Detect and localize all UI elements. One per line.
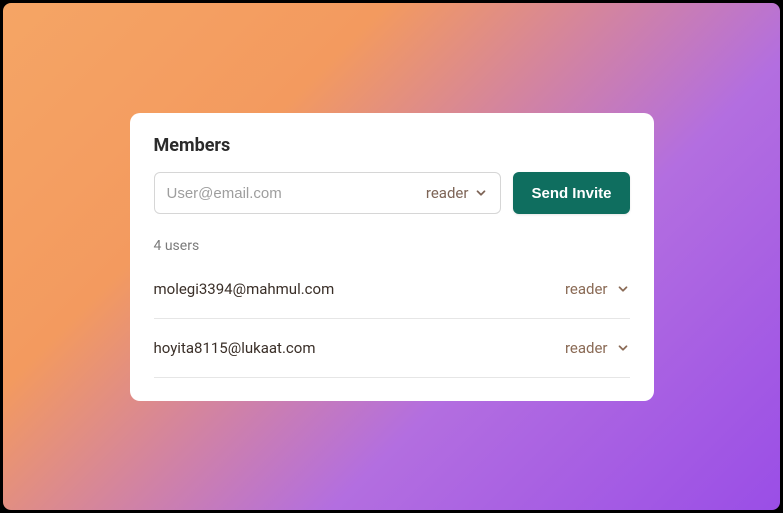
chevron-down-icon bbox=[616, 341, 630, 355]
email-input[interactable] bbox=[167, 185, 426, 202]
panel-title: Members bbox=[154, 135, 630, 156]
members-list: molegi3394@mahmul.comreaderhoyita8115@lu… bbox=[154, 274, 630, 378]
member-email: hoyita8115@lukaat.com bbox=[154, 339, 316, 357]
members-card: Members reader Send Invite 4 users moleg… bbox=[130, 113, 654, 401]
chevron-down-icon bbox=[616, 282, 630, 296]
member-row: hoyita8115@lukaat.com reader bbox=[154, 319, 630, 378]
invite-role-label: reader bbox=[426, 184, 469, 202]
invite-row: reader Send Invite bbox=[154, 172, 630, 214]
chevron-down-icon bbox=[474, 186, 488, 200]
user-count: 4 users bbox=[154, 238, 630, 254]
gradient-background: Members reader Send Invite 4 users moleg… bbox=[3, 3, 780, 510]
member-role-select[interactable]: reader bbox=[565, 280, 630, 298]
send-invite-button[interactable]: Send Invite bbox=[513, 172, 629, 214]
member-role-label: reader bbox=[565, 339, 608, 357]
member-role-label: reader bbox=[565, 280, 608, 298]
member-email: molegi3394@mahmul.com bbox=[154, 280, 335, 298]
invite-input-wrap: reader bbox=[154, 172, 502, 214]
member-row: molegi3394@mahmul.com reader bbox=[154, 274, 630, 319]
invite-role-select[interactable]: reader bbox=[426, 184, 489, 202]
member-role-select[interactable]: reader bbox=[565, 339, 630, 357]
